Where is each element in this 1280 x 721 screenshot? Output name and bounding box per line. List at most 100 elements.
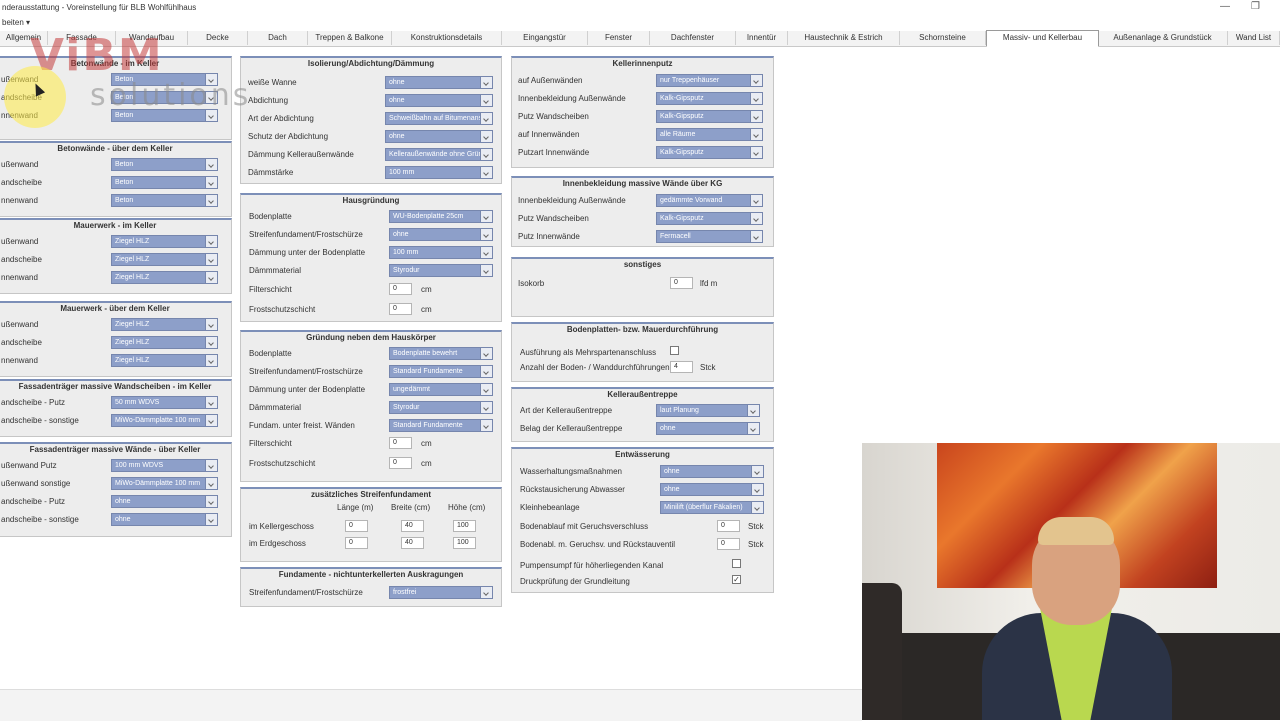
dropdown-select[interactable]: Beton — [111, 176, 218, 189]
dropdown-select[interactable]: WU-Bodenplatte 25cm — [389, 210, 493, 223]
dropdown-select[interactable]: nur Treppenhäuser — [656, 74, 763, 87]
checkbox[interactable] — [732, 559, 741, 568]
dropdown-select[interactable]: Kalk-Gipsputz — [656, 92, 763, 105]
chevron-down-icon[interactable] — [751, 502, 763, 513]
tab-dach[interactable]: Dach — [248, 31, 308, 45]
chevron-down-icon[interactable] — [205, 460, 217, 471]
chevron-down-icon[interactable] — [480, 167, 492, 178]
dropdown-select[interactable]: 100 mm — [389, 246, 493, 259]
number-input[interactable]: 0 — [670, 277, 693, 289]
chevron-down-icon[interactable] — [205, 355, 217, 366]
chevron-down-icon[interactable] — [751, 466, 763, 477]
checkbox[interactable]: ✓ — [732, 575, 741, 584]
number-input[interactable]: 100 — [453, 537, 476, 549]
tab-massiv-und-kellerbau[interactable]: Massiv- und Kellerbau — [986, 30, 1099, 47]
dropdown-select[interactable]: Kalk-Gipsputz — [656, 212, 763, 225]
minimize-button[interactable]: — — [1220, 1, 1230, 12]
chevron-down-icon[interactable] — [205, 159, 217, 170]
chevron-down-icon[interactable] — [480, 229, 492, 240]
dropdown-select[interactable]: ohne — [660, 465, 764, 478]
chevron-down-icon[interactable] — [205, 514, 217, 525]
dropdown-select[interactable]: Ziegel HLZ — [111, 354, 218, 367]
dropdown-select[interactable]: frostfrei — [389, 586, 493, 599]
number-input[interactable]: 0 — [345, 520, 368, 532]
tab-innentür[interactable]: Innentür — [736, 31, 788, 45]
dropdown-select[interactable]: ohne — [389, 228, 493, 241]
checkbox[interactable] — [670, 346, 679, 355]
dropdown-select[interactable]: Styrodur — [389, 264, 493, 277]
chevron-down-icon[interactable] — [480, 402, 492, 413]
dropdown-select[interactable]: MiWo-Dämmplatte 100 mm — [111, 477, 218, 490]
number-input[interactable]: 40 — [401, 520, 424, 532]
chevron-down-icon[interactable] — [480, 113, 492, 124]
chevron-down-icon[interactable] — [480, 366, 492, 377]
dropdown-select[interactable]: 50 mm WDVS — [111, 396, 218, 409]
dropdown-select[interactable]: Standard Fundamente — [389, 419, 493, 432]
dropdown-select[interactable]: Ziegel HLZ — [111, 235, 218, 248]
chevron-down-icon[interactable] — [480, 247, 492, 258]
dropdown-select[interactable]: Kalk-Gipsputz — [656, 110, 763, 123]
chevron-down-icon[interactable] — [205, 337, 217, 348]
chevron-down-icon[interactable] — [747, 423, 759, 434]
chevron-down-icon[interactable] — [480, 384, 492, 395]
tab-treppen-balkone[interactable]: Treppen & Balkone — [308, 31, 392, 45]
dropdown-select[interactable]: 100 mm — [385, 166, 493, 179]
dropdown-select[interactable]: Ziegel HLZ — [111, 253, 218, 266]
chevron-down-icon[interactable] — [480, 265, 492, 276]
number-input[interactable]: 100 — [453, 520, 476, 532]
chevron-down-icon[interactable] — [205, 319, 217, 330]
chevron-down-icon[interactable] — [480, 77, 492, 88]
number-input[interactable]: 0 — [389, 437, 412, 449]
chevron-down-icon[interactable] — [205, 272, 217, 283]
dropdown-select[interactable]: Standard Fundamente — [389, 365, 493, 378]
chevron-down-icon[interactable] — [750, 75, 762, 86]
menu-bearbeiten[interactable]: beiten ▾ — [2, 18, 30, 27]
dropdown-select[interactable]: ohne — [660, 483, 764, 496]
chevron-down-icon[interactable] — [750, 195, 762, 206]
tab-konstruktionsdetails[interactable]: Konstruktionsdetails — [392, 31, 502, 45]
dropdown-select[interactable]: Fermacell — [656, 230, 763, 243]
chevron-down-icon[interactable] — [205, 478, 217, 489]
dropdown-select[interactable]: Bodenplatte bewehrt — [389, 347, 493, 360]
dropdown-select[interactable]: Schweißbahn auf Bitumenanstrich — [385, 112, 493, 125]
number-input[interactable]: 0 — [345, 537, 368, 549]
chevron-down-icon[interactable] — [480, 420, 492, 431]
chevron-down-icon[interactable] — [480, 211, 492, 222]
tab-dachfenster[interactable]: Dachfenster — [650, 31, 736, 45]
dropdown-select[interactable]: MiWo-Dämmplatte 100 mm — [111, 414, 218, 427]
dropdown-select[interactable]: ohne — [111, 495, 218, 508]
dropdown-select[interactable]: Ziegel HLZ — [111, 271, 218, 284]
chevron-down-icon[interactable] — [205, 397, 217, 408]
dropdown-select[interactable]: Styrodur — [389, 401, 493, 414]
chevron-down-icon[interactable] — [205, 195, 217, 206]
tab-außenanlage-grundstück[interactable]: Außenanlage & Grundstück — [1098, 31, 1228, 45]
dropdown-select[interactable]: ohne — [385, 94, 493, 107]
chevron-down-icon[interactable] — [480, 587, 492, 598]
chevron-down-icon[interactable] — [480, 149, 492, 160]
chevron-down-icon[interactable] — [750, 213, 762, 224]
dropdown-select[interactable]: Ziegel HLZ — [111, 318, 218, 331]
dropdown-select[interactable]: Kelleraußenwände ohne Gründ — [385, 148, 493, 161]
chevron-down-icon[interactable] — [205, 415, 217, 426]
number-input[interactable]: 0 — [717, 538, 740, 550]
dropdown-select[interactable]: 100 mm WDVS — [111, 459, 218, 472]
chevron-down-icon[interactable] — [480, 131, 492, 142]
dropdown-select[interactable]: Kalk-Gipsputz — [656, 146, 763, 159]
dropdown-select[interactable]: Minilift (überflur Fäkalien) — [660, 501, 764, 514]
tab-wand-list[interactable]: Wand List — [1228, 31, 1280, 45]
tab-haustechnik-estrich[interactable]: Haustechnik & Estrich — [788, 31, 900, 45]
number-input[interactable]: 40 — [401, 537, 424, 549]
chevron-down-icon[interactable] — [747, 405, 759, 416]
dropdown-select[interactable]: ohne — [111, 513, 218, 526]
tab-eingangstür[interactable]: Eingangstür — [502, 31, 588, 45]
chevron-down-icon[interactable] — [205, 236, 217, 247]
dropdown-select[interactable]: ohne — [385, 76, 493, 89]
chevron-down-icon[interactable] — [750, 147, 762, 158]
chevron-down-icon[interactable] — [750, 111, 762, 122]
chevron-down-icon[interactable] — [480, 348, 492, 359]
chevron-down-icon[interactable] — [750, 129, 762, 140]
number-input[interactable]: 0 — [389, 283, 412, 295]
number-input[interactable]: 0 — [389, 303, 412, 315]
dropdown-select[interactable]: laut Planung — [656, 404, 760, 417]
chevron-down-icon[interactable] — [205, 496, 217, 507]
